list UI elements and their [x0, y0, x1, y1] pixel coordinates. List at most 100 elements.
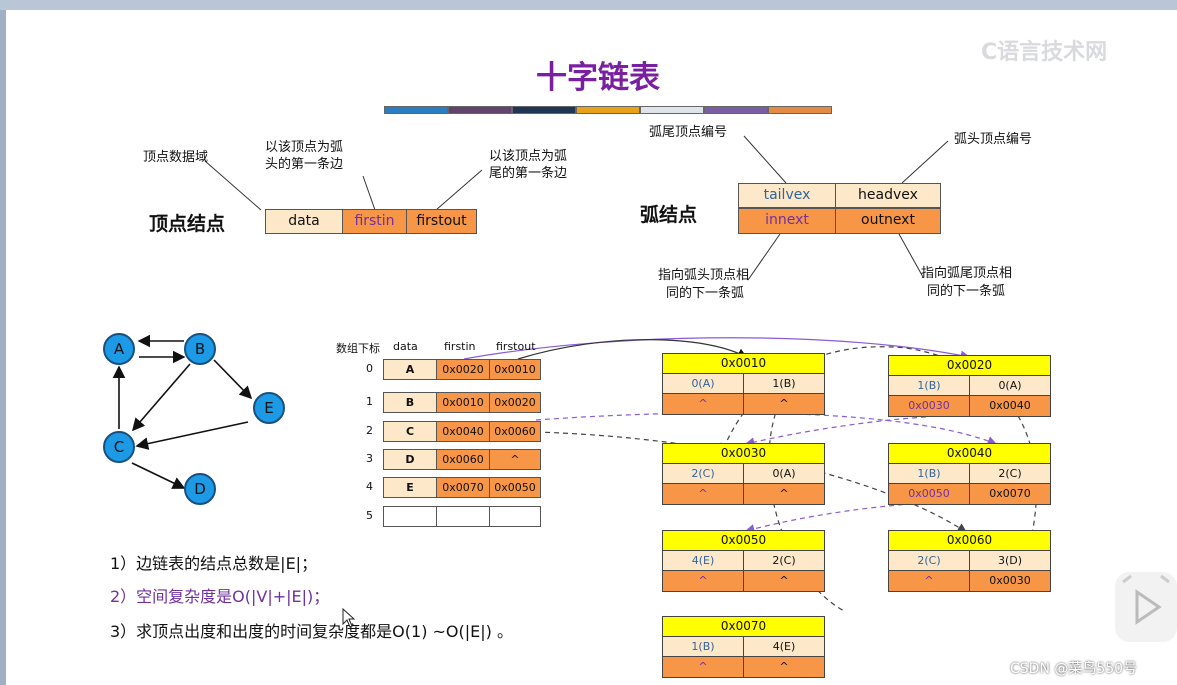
table-cell-firstin: 0x0040	[436, 421, 490, 442]
table-cell-data: A	[383, 359, 437, 380]
table-header-index: 数组下标	[336, 342, 380, 355]
video-play-button[interactable]	[1115, 572, 1177, 642]
graph-node-A: A	[103, 333, 135, 365]
arc-node-outnext: 0x0040	[969, 395, 1051, 417]
edge-E-C	[135, 421, 249, 450]
table-cell-data: D	[383, 449, 437, 470]
arc-node-address: 0x0060	[888, 530, 1051, 551]
callout-innext-1: 指向弧头顶点相	[658, 268, 750, 283]
table-cell-firstin	[436, 506, 490, 527]
arc-node-tailvex: 2(C)	[662, 463, 744, 484]
table-index: 3	[366, 452, 373, 465]
arc-node-innext: ^	[662, 483, 744, 505]
arc-node-tailvex: 1(B)	[888, 375, 970, 396]
table-cell-firstout: 0x0050	[489, 477, 541, 498]
table-cell-firstin: 0x0020	[436, 359, 490, 380]
field-firstout: firstout	[406, 209, 477, 234]
csdn-watermark: CSDN @菜鸟550号	[1010, 661, 1138, 677]
arc-node-address: 0x0010	[662, 353, 825, 374]
arc-node-innext: ^	[662, 656, 744, 678]
arc-node-tailvex: 2(C)	[888, 550, 970, 571]
callout-outnext-1: 指向弧尾顶点相	[921, 266, 1013, 281]
arc-node-headvex: 2(C)	[969, 463, 1051, 484]
field-headvex: headvex	[835, 183, 941, 208]
table-cell-firstin: 0x0060	[436, 449, 490, 470]
callout-firstin-2: 头的第一条边	[265, 157, 344, 172]
graph-node-C: C	[103, 431, 135, 463]
arc-node-innext: 0x0030	[888, 395, 970, 417]
note-1: 1）边链表的结点总数是|E|；	[110, 554, 318, 573]
table-index: 4	[366, 480, 373, 493]
table-index: 0	[366, 362, 373, 375]
edge-B-E	[213, 359, 253, 400]
table-cell-data: C	[383, 421, 437, 442]
callout-firstout-1: 以该顶点为弧	[489, 149, 568, 164]
arc-node-outnext: ^	[743, 393, 825, 415]
arc-node-innext: ^	[662, 393, 744, 415]
table-header-firstout: firstout	[496, 340, 536, 353]
arc-node-address: 0x0040	[888, 443, 1051, 464]
table-cell-firstin: 0x0070	[436, 477, 490, 498]
arc-node-outnext: ^	[743, 483, 825, 505]
callout-line-headvex	[901, 140, 949, 184]
arc-node-heading: 弧结点	[640, 204, 698, 226]
field-firstin: firstin	[342, 209, 407, 234]
table-cell-data: B	[383, 392, 437, 413]
arc-node-headvex: 3(D)	[969, 550, 1051, 571]
callout-line-outnext	[898, 233, 924, 278]
arc-node-address: 0x0050	[662, 530, 825, 551]
field-outnext: outnext	[835, 208, 941, 234]
arc-node-headvex: 0(A)	[743, 463, 825, 484]
callout-firstout-2: 尾的第一条边	[489, 166, 568, 181]
arc-node-address: 0x0030	[662, 443, 825, 464]
table-index: 1	[366, 395, 373, 408]
arc-node-headvex: 4(E)	[743, 636, 825, 657]
table-cell-firstout: 0x0060	[489, 421, 541, 442]
arc-node-headvex: 0(A)	[969, 375, 1051, 396]
pointer-0x0050	[744, 500, 967, 534]
pointer-0x0030	[744, 416, 927, 447]
table-header-firstin: firstin	[444, 340, 476, 353]
table-header-data: data	[393, 340, 418, 353]
callout-firstin-1: 以该顶点为弧	[265, 140, 344, 155]
arc-node-address: 0x0020	[888, 355, 1051, 376]
field-innext: innext	[738, 208, 836, 234]
field-data: data	[265, 209, 343, 234]
callout-line-firstin	[362, 175, 376, 211]
arc-node-outnext: 0x0030	[969, 570, 1051, 592]
vertex-node-heading: 顶点结点	[149, 213, 226, 235]
arc-node-address: 0x0070	[662, 616, 825, 637]
graph-node-E: E	[253, 392, 285, 424]
arc-node-headvex: 2(C)	[743, 550, 825, 571]
arc-node-headvex: 1(B)	[743, 373, 825, 394]
table-index: 5	[366, 509, 373, 522]
pointer-C-firstin	[535, 412, 998, 446]
arc-node-tailvex: 1(B)	[662, 636, 744, 657]
field-tailvex: tailvex	[738, 183, 836, 208]
arc-node-tailvex: 0(A)	[662, 373, 744, 394]
callout-line-firstout	[435, 169, 483, 211]
callout-headvex: 弧头顶点编号	[954, 132, 1033, 147]
callout-line-innext	[747, 233, 781, 281]
edge-B-C	[131, 363, 191, 432]
callout-tailvex: 弧尾顶点编号	[649, 125, 728, 140]
callout-outnext-2: 同的下一条弧	[927, 284, 1006, 299]
table-cell-firstout: 0x0020	[489, 392, 541, 413]
table-cell-data	[383, 506, 437, 527]
arc-node-outnext: ^	[743, 656, 825, 678]
callout-data: 顶点数据域	[143, 150, 209, 165]
mouse-cursor-icon	[342, 608, 356, 628]
arc-node-innext: ^	[888, 570, 970, 592]
graph-node-D: D	[184, 473, 216, 505]
arc-node-tailvex: 1(B)	[888, 463, 970, 484]
table-cell-firstout	[489, 506, 541, 527]
callout-innext-2: 同的下一条弧	[666, 286, 745, 301]
screen: C语言技术网 十字链表 顶点数据域 以该顶点为弧 头的第一条边 以该顶点为弧 尾…	[0, 0, 1177, 685]
arc-node-innext: 0x0050	[888, 483, 970, 505]
arc-node-innext: ^	[662, 570, 744, 592]
note-2: 2）空间复杂度是O(|V|+|E|)；	[110, 587, 330, 606]
callout-line-data	[204, 160, 262, 211]
table-index: 2	[366, 424, 373, 437]
slide: C语言技术网 十字链表 顶点数据域 以该顶点为弧 头的第一条边 以该顶点为弧 尾…	[6, 10, 1177, 685]
table-cell-firstout: 0x0010	[489, 359, 541, 380]
